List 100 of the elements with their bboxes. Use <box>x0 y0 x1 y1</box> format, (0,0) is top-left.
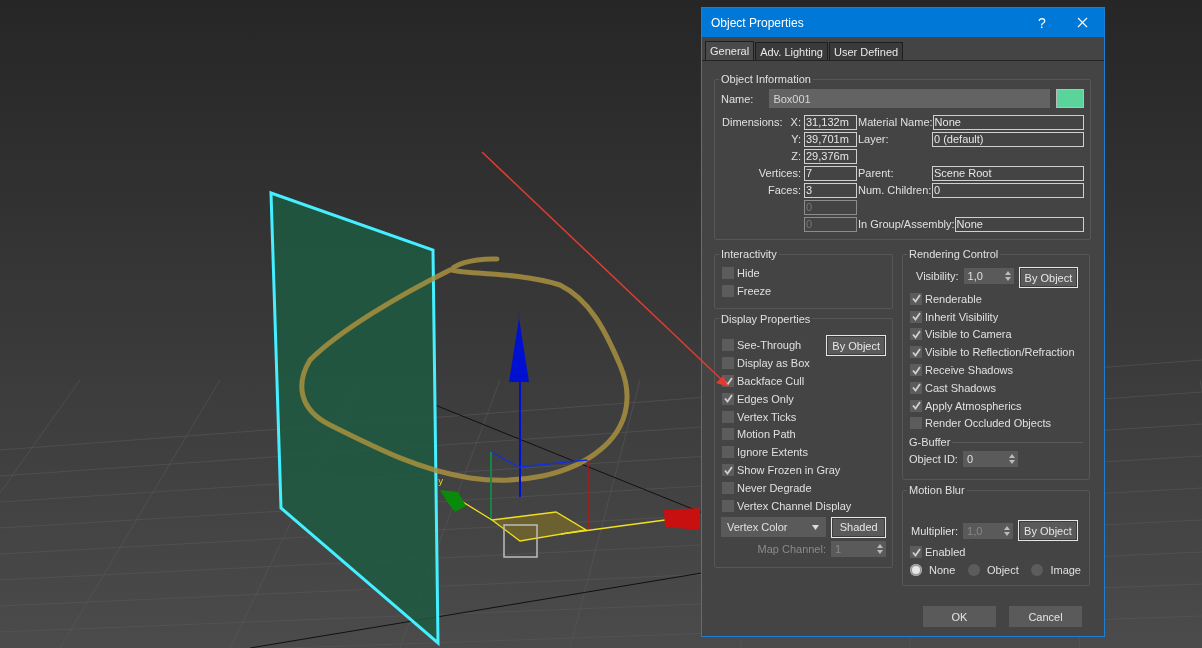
field-label: Parent: <box>858 167 895 179</box>
field-label: Visibility: <box>916 270 959 282</box>
checkbox-label[interactable]: Vertex Ticks <box>737 410 797 423</box>
axis-label: z <box>516 310 521 320</box>
checkbox-label[interactable]: Hide <box>737 266 760 279</box>
checkbox-label[interactable]: Ignore Extents <box>737 446 808 459</box>
field-label: Z: <box>791 150 801 162</box>
object-id-spinner[interactable]: 0 <box>962 451 1018 468</box>
checkbox[interactable] <box>910 346 922 359</box>
color-swatch[interactable] <box>1056 89 1084 108</box>
checkbox[interactable] <box>722 428 734 441</box>
value-field[interactable]: 39,701m <box>804 131 857 147</box>
checkbox-label[interactable]: Motion Path <box>737 428 796 441</box>
field-label: Num. Children: <box>858 184 932 196</box>
tab[interactable]: User Defined <box>828 42 904 60</box>
by-object-button[interactable]: By Object <box>1018 267 1079 288</box>
checkbox[interactable] <box>722 499 734 512</box>
spinner-arrows-icon[interactable] <box>1004 271 1011 281</box>
radio-button[interactable] <box>1031 564 1044 577</box>
checkbox-label[interactable]: Display as Box <box>737 357 810 370</box>
window-title: Object Properties <box>711 15 805 30</box>
checkbox[interactable] <box>722 392 734 405</box>
name-field[interactable]: Box001 <box>769 89 1050 108</box>
checkbox-label[interactable]: Renderable <box>925 292 982 305</box>
spinner-arrows-icon[interactable] <box>877 543 883 554</box>
by-object-button[interactable]: By Object <box>1018 520 1078 542</box>
checkbox-label[interactable]: Show Frozen in Gray <box>737 464 841 477</box>
checkbox[interactable] <box>910 417 922 430</box>
checkbox[interactable] <box>722 266 734 279</box>
value-field[interactable]: 31,132m <box>804 114 857 130</box>
checkbox-label[interactable]: Backface Cull <box>737 375 805 388</box>
shaded-button[interactable]: Shaded <box>831 516 886 538</box>
checkbox-label[interactable]: See-Through <box>737 339 802 352</box>
field-label: Y: <box>791 133 801 145</box>
by-object-button[interactable]: By Object <box>826 335 886 356</box>
checkbox-label[interactable]: Edges Only <box>737 392 794 405</box>
group-title: Display Properties <box>720 312 812 325</box>
checkbox[interactable] <box>910 310 922 323</box>
field-label: Dimensions: <box>722 116 783 128</box>
radio-button[interactable] <box>910 564 922 577</box>
dialog-button[interactable]: Cancel <box>1009 606 1082 627</box>
checkbox[interactable] <box>722 339 734 352</box>
checkbox[interactable] <box>722 464 734 477</box>
checkbox-label[interactable]: Receive Shadows <box>925 364 1014 377</box>
field-label: Layer: <box>858 133 890 145</box>
checkbox-label[interactable]: Apply Atmospherics <box>925 399 1022 412</box>
checkbox-label[interactable]: Inherit Visibility <box>925 310 999 323</box>
checkbox-label[interactable]: Never Degrade <box>737 481 812 494</box>
group-title: Rendering Control <box>908 248 1000 260</box>
checkbox[interactable] <box>910 399 922 412</box>
checkbox[interactable] <box>910 381 922 394</box>
value-field[interactable]: 0 (default) <box>932 131 1084 147</box>
value-field[interactable]: None <box>932 114 1084 130</box>
checkbox-label[interactable]: Vertex Channel Display <box>737 499 852 512</box>
value-field[interactable]: 3 <box>804 182 857 198</box>
visibility-spinner[interactable]: 1,0 <box>963 268 1014 284</box>
field-label: Map Channel: <box>757 542 826 555</box>
checkbox-label[interactable]: Visible to Camera <box>925 328 1012 341</box>
field-label: Name: <box>721 92 754 105</box>
tab[interactable]: Adv. Lighting <box>755 42 828 60</box>
value-field[interactable]: 0 <box>932 182 1084 198</box>
checkbox[interactable] <box>722 357 734 370</box>
spinner-arrows-icon[interactable] <box>1008 454 1015 465</box>
checkbox-label[interactable]: Enabled <box>925 546 966 559</box>
checkbox-label[interactable]: Visible to Reflection/Refraction <box>925 346 1075 359</box>
field-label: Vertices: <box>758 167 801 179</box>
checkbox[interactable] <box>722 446 734 459</box>
field-label: Multiplier: <box>911 524 959 537</box>
field-label: Object ID: <box>909 453 958 466</box>
checkbox[interactable] <box>910 328 922 341</box>
dialog-button[interactable]: OK <box>923 606 996 627</box>
field-label: Material Name: <box>858 116 933 128</box>
axis-label: y <box>438 476 444 486</box>
checkbox[interactable] <box>910 546 922 559</box>
section-title: G-Buffer <box>909 436 951 449</box>
caret-icon <box>812 524 820 530</box>
group-title: Motion Blur <box>908 484 966 497</box>
radio-label[interactable]: Object <box>986 564 1019 577</box>
value-field[interactable]: Scene Root <box>932 165 1084 181</box>
field-label: Faces: <box>768 184 801 196</box>
field-label: X: <box>790 116 801 128</box>
group-title: Interactivity <box>720 248 778 260</box>
field-label: In Group/Assembly: <box>858 218 955 230</box>
radio-label[interactable]: None <box>929 564 956 577</box>
checkbox[interactable] <box>722 284 734 297</box>
checkbox[interactable] <box>910 364 922 377</box>
checkbox[interactable] <box>722 410 734 423</box>
tab[interactable]: General <box>705 41 755 60</box>
radio-button[interactable] <box>967 564 980 577</box>
checkbox-label[interactable]: Cast Shadows <box>925 381 996 394</box>
group-title: Object Information <box>720 73 812 85</box>
radio-label[interactable]: Image <box>1050 564 1081 577</box>
help-button[interactable]: ? <box>1022 14 1062 31</box>
checkbox-label[interactable]: Freeze <box>737 284 772 297</box>
checkbox-label[interactable]: Render Occluded Objects <box>925 417 1051 430</box>
checkbox[interactable] <box>910 292 922 305</box>
vertex-color-dropdown[interactable]: Vertex Color <box>721 517 827 538</box>
checkbox[interactable] <box>722 481 734 494</box>
value-field[interactable]: 7 <box>804 165 857 181</box>
value-field[interactable]: 29,376m <box>804 148 857 164</box>
